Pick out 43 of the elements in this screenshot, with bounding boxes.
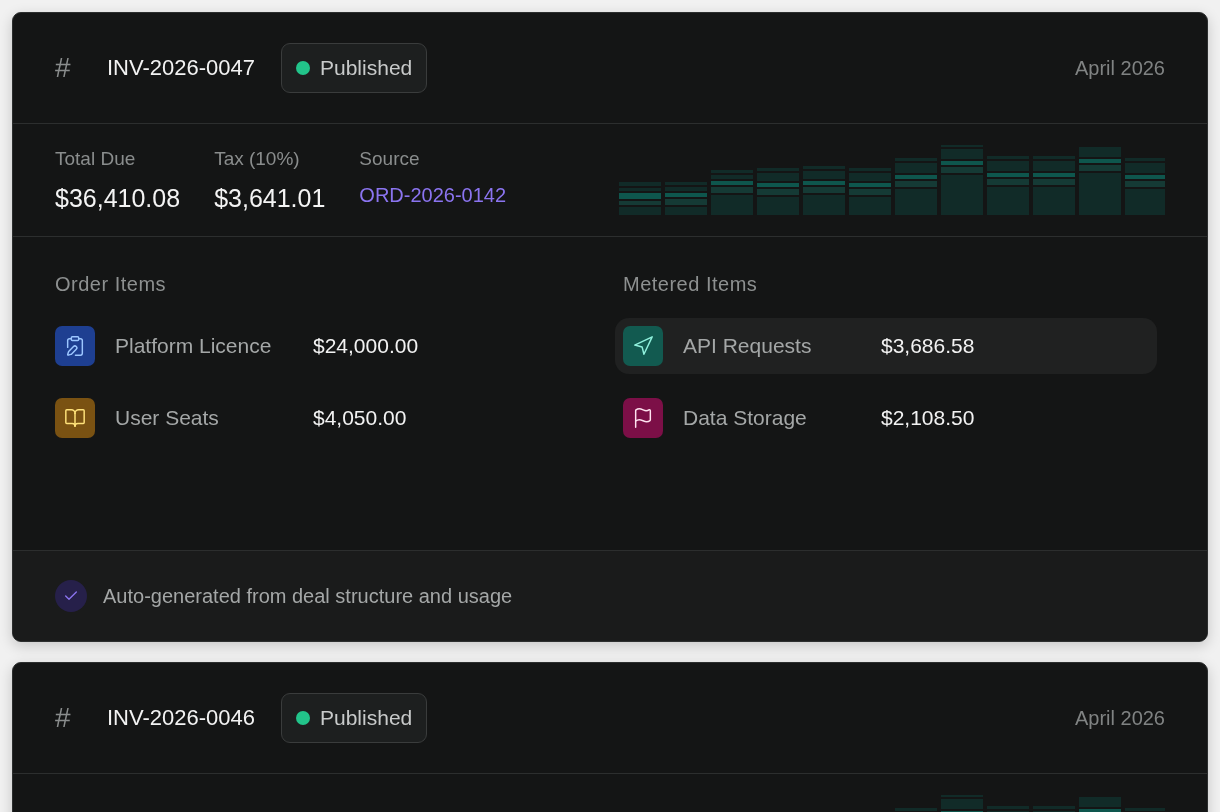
item-amount: $24,000.00	[313, 334, 419, 358]
stat-label: Source	[359, 148, 421, 170]
stat-label: Tax (10%)	[214, 148, 301, 170]
section-title: Metered Items	[623, 273, 759, 296]
chart-bar	[665, 182, 707, 215]
section-title: Order Items	[55, 273, 168, 296]
chart-bar	[941, 795, 983, 812]
hash-icon: #	[55, 702, 107, 734]
item-amount: $3,686.58	[881, 334, 975, 358]
chart-bar	[619, 182, 661, 215]
item-name: API Requests	[683, 334, 813, 358]
stat-label: Total Due	[55, 148, 137, 170]
chart-bar	[849, 168, 891, 215]
chart-bar	[1125, 158, 1165, 215]
footer-note: Auto-generated from deal structure and usage	[103, 584, 513, 608]
item-name: Data Storage	[683, 406, 808, 430]
chart-bar	[1079, 147, 1121, 215]
line-item-row[interactable]: Platform Licence $24,000.00	[47, 318, 597, 374]
source-link[interactable]: ORD-2026-0142	[359, 184, 507, 207]
status-badge: Published	[281, 43, 428, 93]
stat-value: $36,410.08	[55, 184, 181, 213]
item-name: User Seats	[115, 406, 220, 430]
chart-bar	[987, 156, 1029, 215]
chart-bar	[895, 158, 937, 215]
chart-bar	[757, 168, 799, 215]
line-item-row[interactable]: API Requests $3,686.58	[615, 318, 1157, 374]
hash-icon: #	[55, 52, 107, 84]
invoice-number: INV-2026-0047	[107, 55, 255, 81]
invoice-date: April 2026	[1074, 706, 1165, 730]
item-amount: $2,108.50	[881, 406, 975, 430]
item-name: Platform Licence	[115, 334, 273, 358]
chart-bar	[941, 145, 983, 215]
chart-bar	[711, 170, 753, 215]
chart-bar	[803, 166, 845, 215]
chart-bar	[1033, 156, 1075, 215]
item-amount: $4,050.00	[313, 406, 407, 430]
line-item-row[interactable]: User Seats $4,050.00	[47, 390, 597, 446]
stat-value: $3,641.01	[214, 184, 326, 213]
status-badge: Published	[281, 693, 428, 743]
invoice-number: INV-2026-0046	[107, 705, 255, 731]
line-item-row[interactable]: Data Storage $2,108.50	[615, 390, 1165, 446]
invoice-date: April 2026	[1074, 56, 1165, 80]
chart-bar	[1079, 797, 1121, 812]
